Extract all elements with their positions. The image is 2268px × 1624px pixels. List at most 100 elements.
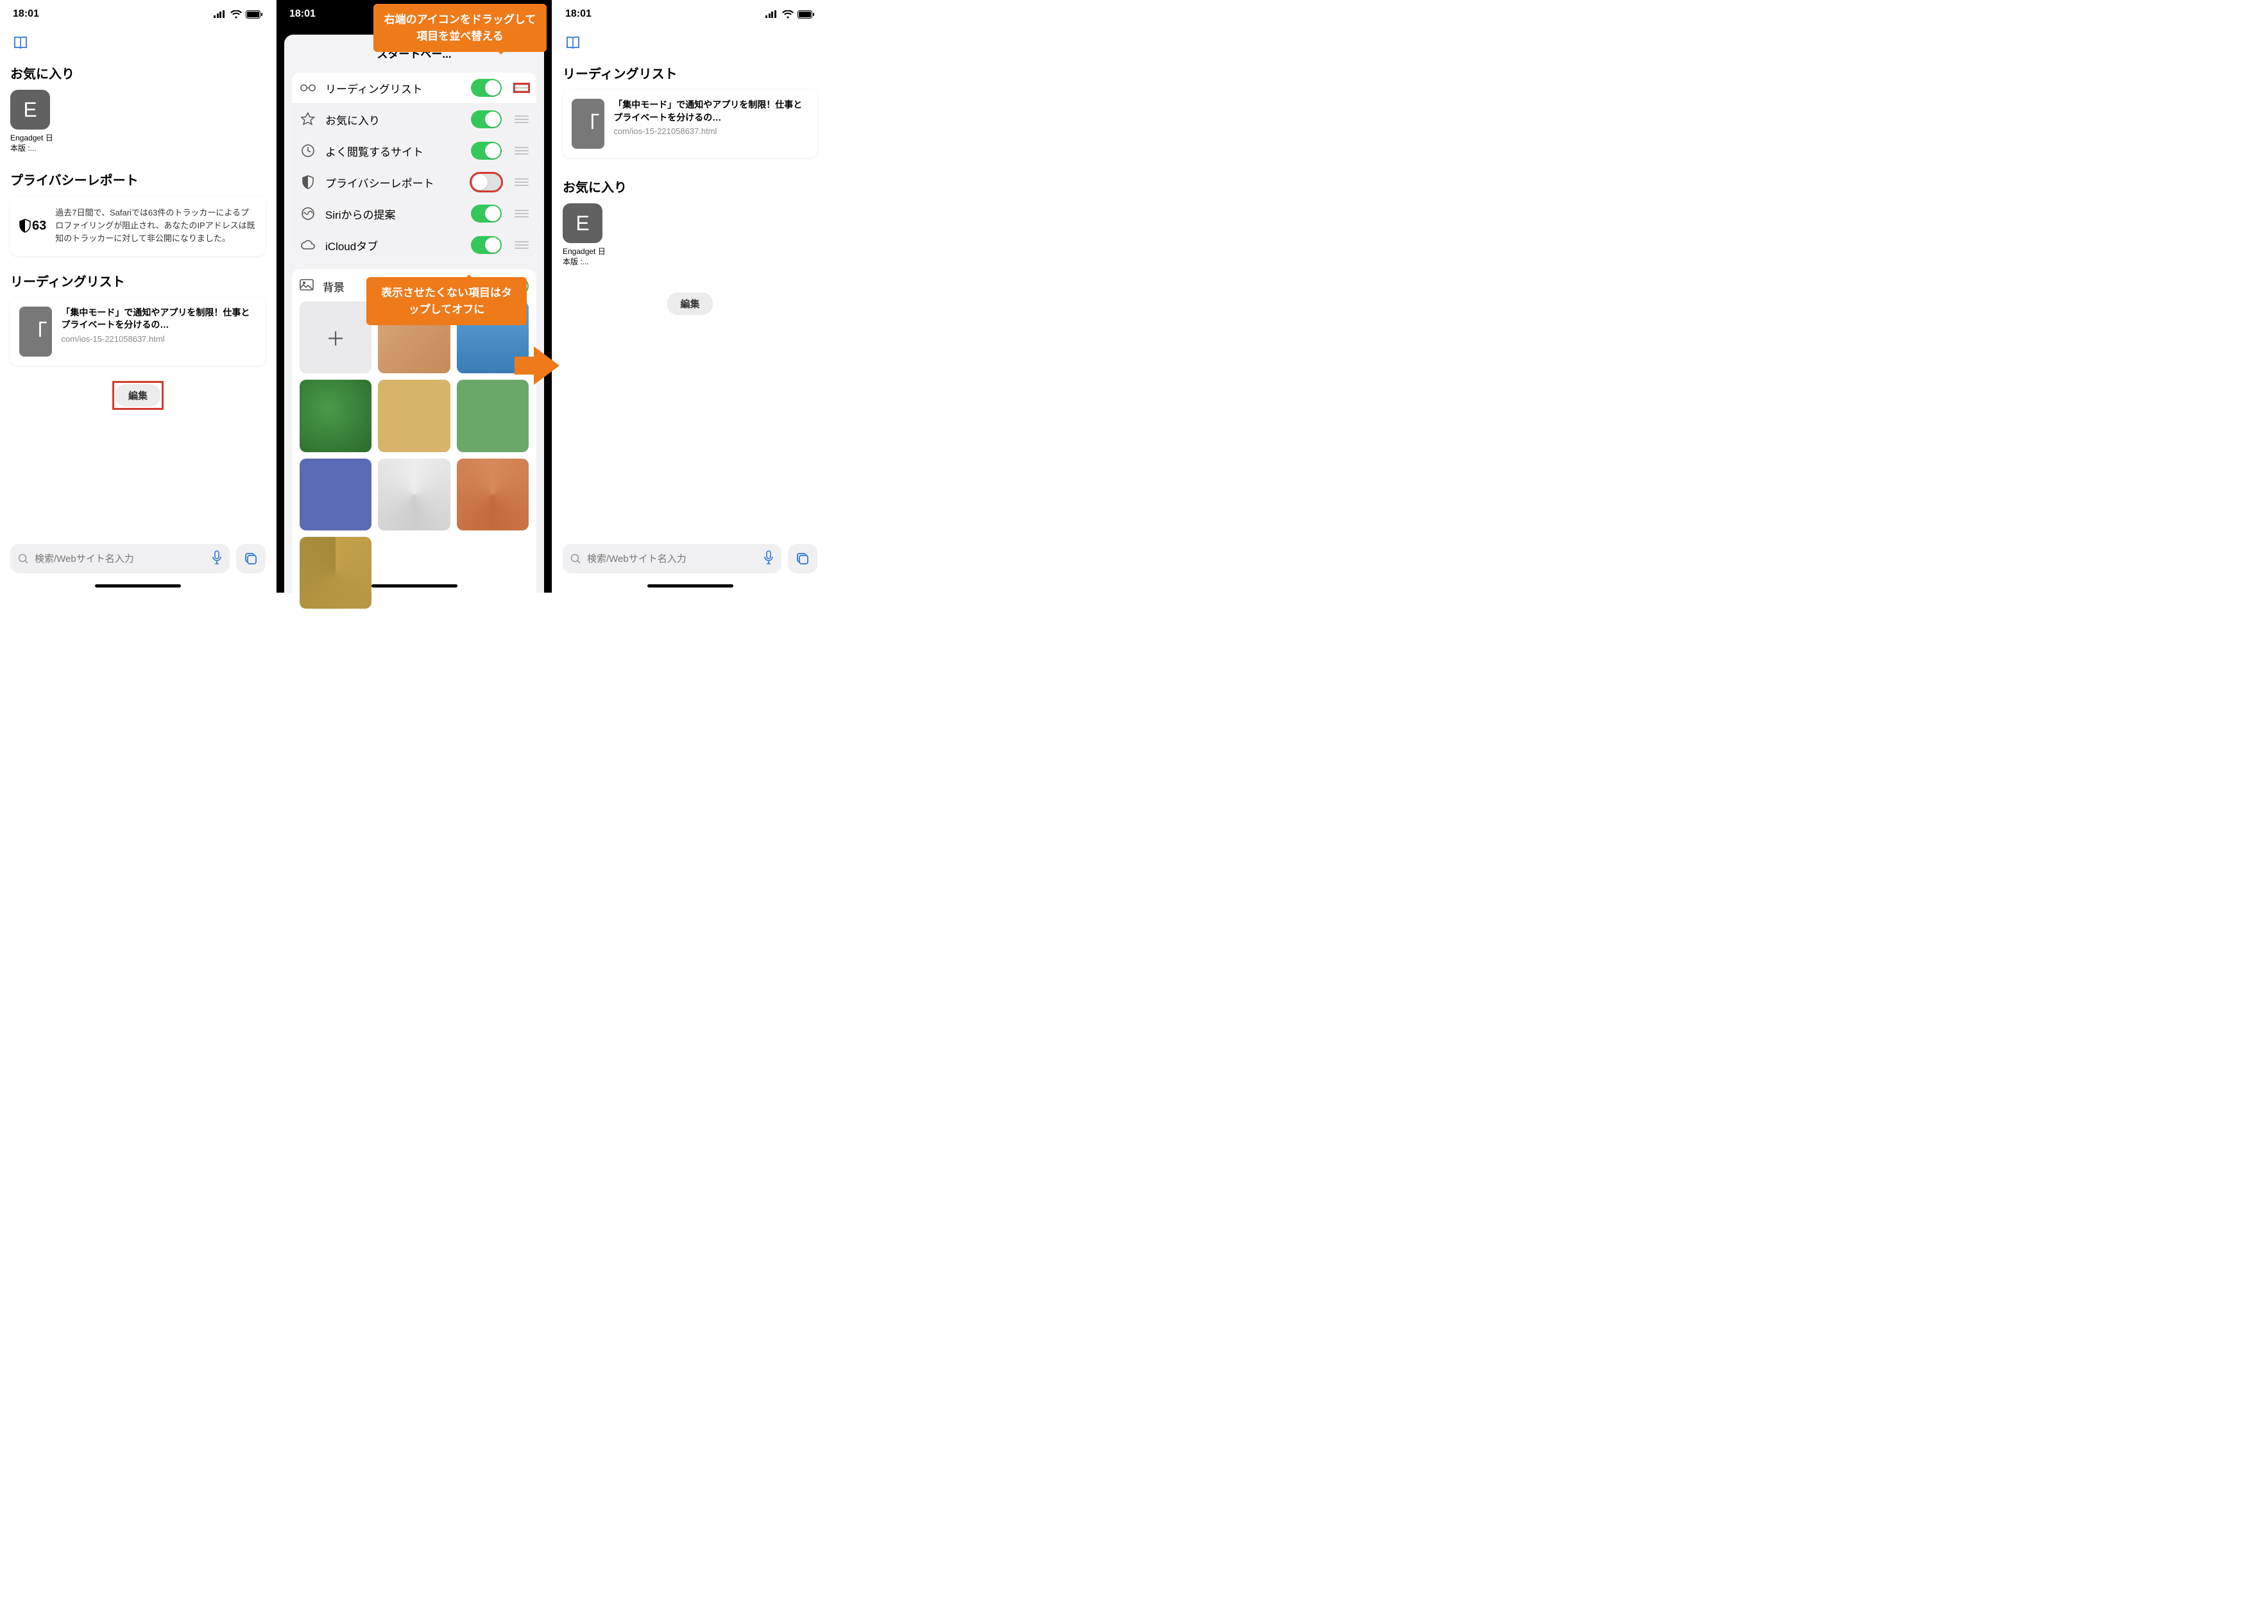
panel-middle: 18:01 スタートペー... リーディングリスト お気に入り よく閲覧するサイ…	[276, 0, 552, 593]
cloud-icon	[300, 237, 316, 253]
list-item: プライバシーレポート	[292, 166, 536, 198]
bg-add-tile[interactable]: ＋	[300, 301, 371, 373]
list-item: お気に入り	[292, 103, 536, 135]
address-bar[interactable]	[10, 544, 230, 573]
status-time: 18:01	[13, 8, 39, 20]
item-label: Siriからの提案	[325, 206, 462, 222]
item-label: iCloudタブ	[325, 237, 462, 253]
status-bar: 18:01	[0, 0, 276, 28]
cellular-icon	[765, 10, 778, 18]
item-label: よく閲覧するサイト	[325, 143, 462, 159]
bg-tile[interactable]	[457, 380, 529, 452]
privacy-count: 63	[19, 219, 46, 233]
favorite-tile[interactable]: E	[563, 203, 602, 243]
toggle-switch[interactable]	[471, 173, 502, 191]
cellular-icon	[214, 10, 226, 18]
background-grid: ＋	[300, 301, 529, 609]
bottom-toolbar	[10, 544, 266, 573]
wifi-icon	[230, 10, 242, 19]
reading-list-thumb: 「	[19, 307, 52, 357]
reading-list-heading: リーディングリスト	[563, 63, 817, 82]
favorites-heading: お気に入り	[563, 177, 817, 196]
reading-list-url: com/ios-15-221058637.html	[613, 126, 808, 136]
toggle-switch[interactable]	[471, 79, 502, 97]
home-indicator	[95, 584, 181, 588]
panel-right: 18:01 リーディングリスト 「 「集中モード」で通知やアプリを制限！仕事とプ…	[552, 0, 828, 593]
home-indicator	[371, 584, 457, 588]
startpage-items-list: リーディングリスト お気に入り よく閲覧するサイト プライバシーレポート	[292, 72, 536, 260]
list-item: iCloudタブ	[292, 229, 536, 260]
highlight-box: 編集	[112, 381, 164, 410]
reading-list-title: 「集中モード」で通知やアプリを制限！仕事とプライベートを分けるの…	[613, 99, 808, 124]
address-bar[interactable]	[563, 544, 781, 573]
privacy-report-card[interactable]: 63 過去7日間で、Safariでは63件のトラッカーによるプロファイリングが阻…	[10, 196, 266, 255]
clock-icon	[300, 142, 316, 159]
search-input[interactable]	[35, 554, 205, 564]
reading-list-card[interactable]: 「 「集中モード」で通知やアプリを制限！仕事とプライベートを分けるの… com/…	[10, 298, 266, 366]
mic-icon[interactable]	[763, 550, 774, 568]
reading-list-thumb: 「	[572, 99, 604, 149]
list-item: よく閲覧するサイト	[292, 135, 536, 166]
search-icon	[18, 554, 28, 564]
reading-list-card[interactable]: 「 「集中モード」で通知やアプリを制限！仕事とプライベートを分けるの… com/…	[563, 90, 817, 158]
drag-handle-icon[interactable]	[515, 210, 529, 217]
siri-icon	[300, 205, 316, 222]
status-time: 18:01	[565, 8, 592, 20]
drag-handle-icon[interactable]	[515, 84, 529, 92]
tabs-icon	[796, 552, 810, 566]
search-input[interactable]	[587, 554, 757, 564]
privacy-heading: プライバシーレポート	[10, 170, 266, 189]
bg-tile[interactable]	[378, 380, 450, 452]
drag-handle-icon[interactable]	[515, 241, 529, 249]
favorite-caption: Engadget 日本版 :...	[563, 247, 608, 267]
list-item: Siriからの提案	[292, 198, 536, 229]
bg-tile[interactable]	[378, 459, 450, 530]
status-bar: 18:01	[552, 0, 828, 28]
star-icon	[300, 111, 316, 128]
favorite-tile[interactable]: E	[10, 90, 50, 130]
bg-tile[interactable]	[300, 459, 371, 530]
favorite-caption: Engadget 日本版 :...	[10, 133, 55, 153]
battery-icon	[246, 10, 263, 19]
toggle-switch[interactable]	[471, 205, 502, 223]
callout-toggle: 表示させたくない項目はタップしてオフに	[366, 277, 527, 325]
toggle-switch[interactable]	[471, 142, 502, 160]
drag-handle-icon[interactable]	[515, 178, 529, 186]
edit-button[interactable]: 編集	[667, 292, 712, 315]
item-label: リーディングリスト	[325, 80, 462, 96]
item-label: プライバシーレポート	[325, 174, 462, 190]
search-icon	[570, 554, 581, 564]
tabs-button[interactable]	[788, 544, 817, 573]
drag-handle-icon[interactable]	[515, 115, 529, 123]
toggle-switch[interactable]	[471, 110, 502, 128]
bookmarks-icon[interactable]	[565, 36, 817, 52]
callout-drag: 右端のアイコンをドラッグして項目を並べ替える	[373, 4, 547, 52]
wifi-icon	[782, 10, 794, 19]
favorites-heading: お気に入り	[10, 63, 266, 82]
bg-tile[interactable]	[300, 537, 371, 609]
list-item: リーディングリスト	[292, 72, 536, 103]
tabs-button[interactable]	[236, 544, 266, 573]
shield-half-icon	[19, 219, 31, 233]
status-time: 18:01	[289, 8, 316, 20]
bg-tile[interactable]	[457, 459, 529, 530]
image-icon	[300, 279, 314, 294]
bg-tile[interactable]	[300, 380, 371, 452]
status-icons	[765, 10, 815, 19]
reading-list-title: 「集中モード」で通知やアプリを制限！仕事とプライベートを分けるの…	[61, 307, 257, 332]
arrow-right-icon	[534, 346, 579, 385]
reading-list-heading: リーディングリスト	[10, 271, 266, 290]
bottom-toolbar	[563, 544, 817, 573]
battery-icon	[797, 10, 815, 19]
shield-icon	[300, 174, 316, 190]
home-indicator	[647, 584, 733, 588]
edit-button[interactable]: 編集	[115, 384, 160, 407]
mic-icon[interactable]	[212, 550, 222, 568]
item-label: お気に入り	[325, 112, 462, 128]
drag-handle-icon[interactable]	[515, 147, 529, 155]
panel-left: 18:01 お気に入り E Engadget 日本版 :... プライバシーレポ…	[0, 0, 276, 593]
bookmarks-icon[interactable]	[13, 36, 266, 52]
toggle-switch[interactable]	[471, 236, 502, 254]
tabs-icon	[244, 552, 258, 566]
status-icons	[214, 10, 263, 19]
